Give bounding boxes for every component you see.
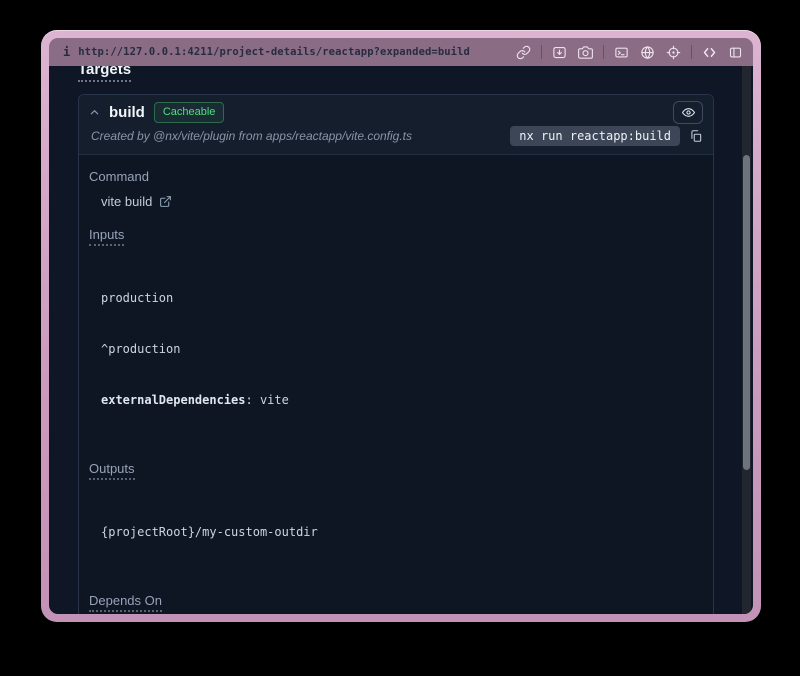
targets-heading: Targets	[78, 66, 731, 82]
build-card-body: Command vite build Inputs production ^pr…	[79, 169, 713, 614]
globe-icon[interactable]	[639, 44, 656, 61]
copy-icon[interactable]	[689, 129, 703, 143]
toolbar-separator	[603, 45, 604, 59]
cacheable-badge[interactable]: Cacheable	[154, 102, 225, 122]
target-name: build	[109, 104, 145, 121]
input-item: production	[101, 290, 703, 307]
command-value-link[interactable]: vite build	[89, 194, 703, 209]
browser-window: i http://127.0.0.1:4211/project-details/…	[41, 30, 761, 622]
depends-on-section-label: Depends On	[89, 593, 703, 612]
save-frame-icon[interactable]	[551, 44, 568, 61]
browser-toolbar: i http://127.0.0.1:4211/project-details/…	[49, 38, 753, 66]
scrollbar-thumb[interactable]	[743, 155, 750, 470]
input-item-named: externalDependencies: vite	[101, 392, 703, 409]
chevron-up-icon[interactable]	[89, 107, 100, 118]
toolbar-actions	[515, 44, 744, 61]
input-item: ^production	[101, 341, 703, 358]
build-card-sub-row: Created by @nx/vite/plugin from apps/rea…	[79, 124, 713, 154]
run-command-chip: nx run reactapp:build	[510, 126, 680, 146]
camera-icon[interactable]	[577, 44, 594, 61]
build-card-header[interactable]: build Cacheable Created by @nx/vite/plug…	[79, 95, 713, 154]
card-divider	[79, 154, 713, 155]
window-inner: i http://127.0.0.1:4211/project-details/…	[49, 38, 753, 614]
inputs-list: production ^production externalDependenc…	[89, 256, 703, 443]
info-icon: i	[63, 46, 70, 58]
target-card-build: build Cacheable Created by @nx/vite/plug…	[78, 94, 714, 614]
scrollbar-track[interactable]	[742, 66, 751, 614]
external-link-icon	[159, 195, 172, 208]
run-command-group: nx run reactapp:build	[510, 126, 703, 146]
eye-icon	[682, 106, 695, 119]
code-icon[interactable]	[701, 44, 718, 61]
link-icon[interactable]	[515, 44, 532, 61]
terminal-icon[interactable]	[613, 44, 630, 61]
build-card-title-row: build Cacheable	[79, 95, 713, 124]
toolbar-separator	[691, 45, 692, 59]
toolbar-separator	[541, 45, 542, 59]
output-item: {projectRoot}/my-custom-outdir	[101, 524, 703, 541]
command-value: vite build	[101, 194, 152, 209]
address-bar[interactable]: http://127.0.0.1:4211/project-details/re…	[78, 46, 470, 58]
page-content: Targets build Cacheable	[49, 66, 753, 614]
inputs-section-label: Inputs	[89, 227, 703, 246]
command-section-label: Command	[89, 169, 703, 184]
crosshair-icon[interactable]	[665, 44, 682, 61]
created-by-text: Created by @nx/vite/plugin from apps/rea…	[91, 129, 412, 143]
view-target-graph-button[interactable]	[673, 101, 703, 124]
outputs-list: {projectRoot}/my-custom-outdir	[89, 490, 703, 575]
split-view-icon[interactable]	[727, 44, 744, 61]
targets-heading-label[interactable]: Targets	[78, 66, 131, 82]
outputs-section-label: Outputs	[89, 461, 703, 480]
